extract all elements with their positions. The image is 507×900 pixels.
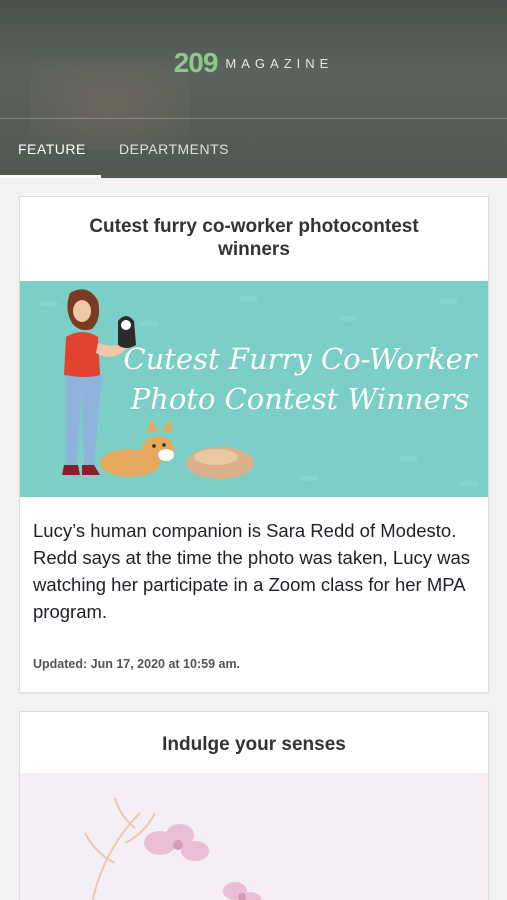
tab-feature[interactable]: FEATURE xyxy=(0,119,101,178)
article-excerpt-line2: Redd says at the time the photo was take… xyxy=(33,547,471,622)
logo-number: 209 xyxy=(173,47,219,78)
tab-feature-label: FEATURE xyxy=(18,140,86,157)
magazine-logo[interactable]: 209 MAGAZINE xyxy=(0,46,507,80)
article-hero-image[interactable]: Cutest Furry Co-Worker Photo Contest Win… xyxy=(20,281,488,497)
article-card[interactable]: Indulge your senses xyxy=(19,711,489,900)
tab-departments[interactable]: DEPARTMENTS xyxy=(101,119,229,178)
tab-departments-label: DEPARTMENTS xyxy=(119,140,229,157)
hero-caption-line2: Photo Contest Winners xyxy=(130,382,470,416)
article-excerpt-line1: Lucy’s human companion is Sara Redd of M… xyxy=(33,520,457,541)
active-tab-indicator xyxy=(0,175,101,178)
article-updated-timestamp: Updated: Jun 17, 2020 at 10:59 am. xyxy=(33,657,241,671)
article-title[interactable]: Cutest furry co-worker photocontest winn… xyxy=(20,215,488,261)
tab-bar: FEATURE DEPARTMENTS xyxy=(0,119,507,178)
logo-word: MAGAZINE xyxy=(225,55,334,71)
article-card[interactable]: Cutest furry co-worker photocontest winn… xyxy=(19,196,489,693)
article-hero-image[interactable] xyxy=(20,773,488,900)
article-title[interactable]: Indulge your senses xyxy=(20,733,488,756)
dog-figure xyxy=(100,419,174,477)
cushion-figure xyxy=(186,447,254,479)
article-excerpt: Lucy’s human companion is Sara Redd of M… xyxy=(33,517,477,625)
floral-illustration xyxy=(84,797,262,900)
app-header: 209 MAGAZINE FEATURE DEPARTMENTS xyxy=(0,0,507,178)
hero-caption: Cutest Furry Co-Worker Photo Contest Win… xyxy=(120,339,480,419)
hero-caption-line1: Cutest Furry Co-Worker xyxy=(123,342,477,376)
